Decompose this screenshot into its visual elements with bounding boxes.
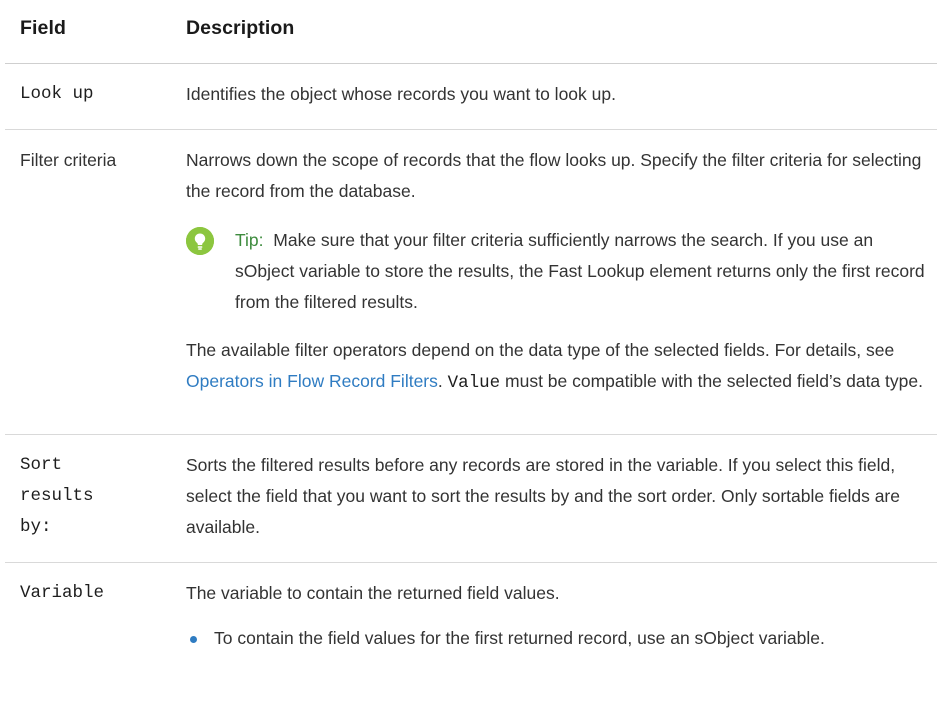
operators-text-before: The available filter operators depend on… xyxy=(186,340,895,360)
description-variable: The variable to contain the returned fie… xyxy=(186,578,926,654)
operators-text-after: must be compatible with the selected fie… xyxy=(500,371,923,391)
value-code: Value xyxy=(447,373,501,393)
field-name-look-up: Look up xyxy=(20,84,94,104)
tip-box: Tip: Make sure that your filter criteria… xyxy=(186,225,926,318)
table-header-row: Field Description xyxy=(5,0,937,64)
operators-in-flow-record-filters-link[interactable]: Operators in Flow Record Filters xyxy=(186,371,438,391)
filter-description-text: Narrows down the scope of records that t… xyxy=(186,150,922,201)
header-description: Description xyxy=(186,17,295,39)
list-item: To contain the field values for the firs… xyxy=(186,623,926,654)
table-row-sort-results-by: Sort results by: Sorts the filtered resu… xyxy=(5,435,937,563)
tip-paragraph: Tip: Make sure that your filter criteria… xyxy=(235,225,926,318)
variable-description-text: The variable to contain the returned fie… xyxy=(186,583,560,603)
bullet-dot xyxy=(190,636,197,643)
tip-text: Make sure that your filter criteria suff… xyxy=(235,230,925,312)
operators-text-mid: . xyxy=(437,371,448,391)
table-row-variable: Variable The variable to contain the ret… xyxy=(5,563,937,713)
description-sort-results-by: Sorts the filtered results before any re… xyxy=(186,455,900,537)
table-row-look-up: Look up Identifies the object whose reco… xyxy=(5,64,937,130)
tip-label: Tip: xyxy=(235,230,264,250)
lightbulb-icon xyxy=(186,227,214,255)
field-description-table: Field Description Look up Identifies the… xyxy=(5,0,937,713)
field-name-filter-criteria: Filter criteria xyxy=(20,150,117,170)
field-name-variable: Variable xyxy=(20,583,105,603)
header-field: Field xyxy=(20,17,67,39)
description-look-up: Identifies the object whose records you … xyxy=(186,84,616,104)
operators-paragraph: The available filter operators depend on… xyxy=(186,335,926,399)
bullet-text: To contain the field values for the firs… xyxy=(214,628,825,648)
field-name-sort-results-by: Sort results by: xyxy=(20,455,94,537)
description-filter-criteria: Narrows down the scope of records that t… xyxy=(186,145,926,399)
table-row-filter-criteria: Filter criteria Narrows down the scope o… xyxy=(5,130,937,435)
